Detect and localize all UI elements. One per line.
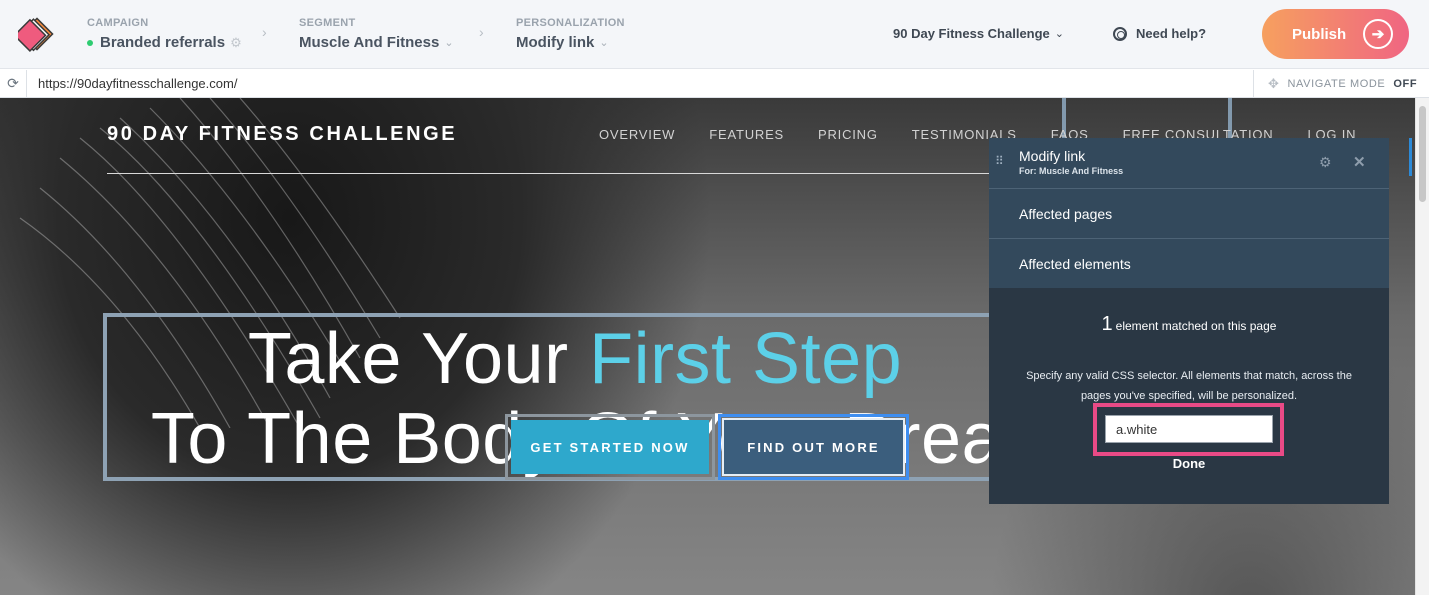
arrow-right-icon: ➔ (1363, 19, 1393, 49)
top-bar: CAMPAIGN Branded referrals ⚙ › SEGMENT M… (0, 0, 1429, 69)
panel-title: Modify link (1019, 148, 1086, 164)
match-summary: 1 element matched on this page (989, 313, 1389, 336)
site-brand-logo[interactable]: 90 DAY FITNESS CHALLENGE (107, 123, 457, 146)
scrollbar-thumb[interactable] (1419, 106, 1426, 202)
header-divider (107, 173, 993, 174)
crosshair-icon: ✥ (1268, 75, 1280, 91)
selector-description: Specify any valid CSS selector. All elem… (1026, 370, 1352, 402)
campaign-label: CAMPAIGN (87, 17, 149, 29)
match-text: element matched on this page (1115, 319, 1277, 333)
headline-text: Take Your (247, 319, 590, 399)
chevron-down-icon[interactable]: ⌄ (1055, 27, 1064, 40)
personalization-label: PERSONALIZATION (516, 17, 625, 29)
affected-elements-row[interactable]: Affected elements (989, 238, 1389, 288)
close-icon[interactable]: ✕ (1353, 153, 1366, 171)
gear-icon[interactable]: ⚙ (1319, 154, 1332, 171)
publish-button[interactable]: Publish ➔ (1262, 9, 1409, 59)
navigate-mode-toggle[interactable]: ✥ NAVIGATE MODE OFF (1253, 70, 1429, 97)
get-started-button[interactable]: GET STARTED NOW (511, 420, 709, 474)
status-dot-icon (87, 39, 93, 46)
help-label[interactable]: Need help? (1136, 26, 1206, 41)
project-name[interactable]: 90 Day Fitness Challenge (893, 26, 1050, 41)
gear-icon[interactable]: ⚙ (230, 35, 242, 51)
affected-elements-label: Affected elements (1019, 255, 1131, 272)
css-selector-input[interactable]: a.white (1105, 415, 1273, 443)
campaign-name[interactable]: Branded referrals (100, 34, 225, 51)
segment-crumb[interactable]: SEGMENT Muscle And Fitness ⌄ (299, 17, 454, 51)
navigate-mode-label: NAVIGATE MODE (1287, 77, 1386, 90)
hero-headline-line1: Take Your First Step (0, 318, 1150, 400)
site-nav-pricing[interactable]: PRICING (818, 127, 878, 142)
affected-pages-label: Affected pages (1019, 205, 1113, 222)
page-scrollbar[interactable] (1415, 98, 1429, 595)
panel-edge-marker (1409, 138, 1412, 176)
find-out-more-button[interactable]: FIND OUT MORE (722, 418, 905, 476)
segment-label: SEGMENT (299, 17, 356, 29)
chevron-right-icon: › (262, 24, 267, 40)
project-selector[interactable]: 90 Day Fitness Challenge ⌄ (893, 26, 1064, 41)
chevron-down-icon[interactable]: ⌄ (444, 36, 453, 49)
panel-header: ⠿ Modify link For: Muscle And Fitness ⚙ … (989, 138, 1389, 188)
publish-label: Publish (1292, 25, 1347, 43)
match-count: 1 (1101, 313, 1113, 335)
campaign-crumb[interactable]: CAMPAIGN Branded referrals ⚙ (87, 17, 242, 51)
segment-name[interactable]: Muscle And Fitness (299, 34, 439, 51)
headline-accent: First Step (589, 319, 903, 399)
personalization-name[interactable]: Modify link (516, 34, 594, 51)
url-bar: ⟳ https://90dayfitnesschallenge.com/ ✥ N… (0, 70, 1429, 98)
stacked-layers-logo[interactable] (18, 15, 56, 53)
drag-handle-icon[interactable]: ⠿ (995, 155, 1004, 167)
chevron-down-icon[interactable]: ⌄ (599, 36, 608, 49)
personalization-crumb[interactable]: PERSONALIZATION Modify link ⌄ (516, 17, 625, 51)
chevron-right-icon: › (479, 24, 484, 40)
navigate-mode-value[interactable]: OFF (1393, 78, 1417, 90)
modify-link-panel: ⠿ Modify link For: Muscle And Fitness ⚙ … (989, 138, 1389, 504)
done-button[interactable]: Done (989, 456, 1389, 471)
panel-subtitle: For: Muscle And Fitness (1019, 166, 1124, 176)
lifebuoy-icon (1113, 26, 1127, 41)
help-link[interactable]: Need help? (1113, 26, 1206, 41)
site-nav-features[interactable]: FEATURES (709, 127, 784, 142)
affected-pages-row[interactable]: Affected pages (989, 188, 1389, 238)
refresh-icon[interactable]: ⟳ (0, 70, 27, 97)
url-input[interactable]: https://90dayfitnesschallenge.com/ (38, 76, 237, 91)
site-nav-overview[interactable]: OVERVIEW (599, 127, 675, 142)
